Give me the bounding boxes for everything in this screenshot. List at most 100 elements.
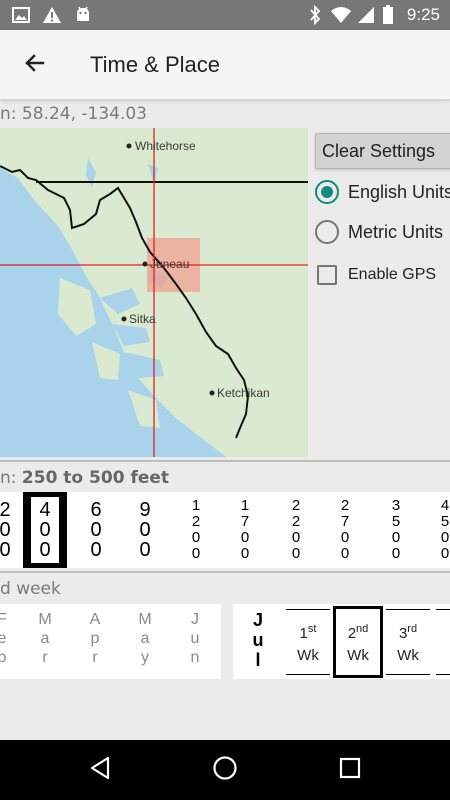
month-letter: J xyxy=(191,611,199,628)
elevation-option[interactable]: 2700 xyxy=(323,492,367,568)
month-option[interactable]: Apr xyxy=(80,610,110,667)
elevation-digit: 3 xyxy=(391,497,401,514)
map-graphic xyxy=(0,128,308,457)
elevation-digit: 7 xyxy=(340,513,350,530)
elevation-digit: 6 xyxy=(90,499,102,521)
enable-gps-checkbox[interactable]: Enable GPS xyxy=(317,262,436,288)
elevation-digit: 0 xyxy=(440,529,450,546)
elevation-digit: 0 xyxy=(291,529,301,546)
elevation-option[interactable]: 1700 xyxy=(223,492,267,568)
elevation-digit: 0 xyxy=(440,545,450,562)
elevation-option-selected[interactable]: 400 xyxy=(23,492,67,568)
enable-gps-label: Enable GPS xyxy=(348,266,437,283)
elevation-option[interactable]: 1200 xyxy=(174,492,218,568)
nav-back-button[interactable] xyxy=(75,750,125,790)
week-number-suffix: st xyxy=(307,622,317,635)
elevation-digit: 0 xyxy=(90,519,102,541)
elevation-digit: 7 xyxy=(240,513,250,530)
status-bar: 9:25 xyxy=(0,0,450,30)
elevation-digit: 2 xyxy=(340,497,350,514)
month-option[interactable]: Feb xyxy=(0,610,17,667)
app-bar: Time & Place xyxy=(0,30,450,100)
week-option[interactable]: LW xyxy=(436,609,450,675)
elevation-digit: 0 xyxy=(39,539,51,561)
elevation-digit: 0 xyxy=(391,545,401,562)
warning-icon xyxy=(42,0,62,30)
checkbox-unchecked-icon xyxy=(317,265,337,285)
elevation-digit: 0 xyxy=(0,519,11,541)
home-circle-icon xyxy=(212,755,238,785)
month-selector[interactable]: FebMarAprMayJun xyxy=(0,604,221,679)
elevation-digit: 0 xyxy=(240,545,250,562)
elevation-option[interactable]: 3500 xyxy=(374,492,418,568)
month-letter: r xyxy=(92,649,98,666)
month-option[interactable]: Jun xyxy=(180,610,210,667)
month-letter: M xyxy=(138,611,152,628)
elevation-digit: 0 xyxy=(139,519,151,541)
nav-recents-button[interactable] xyxy=(325,750,375,790)
month-option[interactable]: Mar xyxy=(30,610,60,667)
elevation-digit: 0 xyxy=(191,545,201,562)
elevation-digit: 2 xyxy=(191,513,201,530)
wifi-icon xyxy=(330,0,352,30)
month-option[interactable]: May xyxy=(130,610,160,667)
arrow-left-icon xyxy=(23,51,47,79)
week-number: 2nd xyxy=(348,618,369,645)
city-label-sitka: Sitka xyxy=(129,312,156,326)
month-letter: a xyxy=(140,630,150,647)
elevation-digit: 2 xyxy=(0,499,11,521)
elevation-label-prefix: n: xyxy=(0,468,22,488)
month-letter: u xyxy=(190,630,200,647)
elevation-digit: 0 xyxy=(191,529,201,546)
week-sub-label: Wk xyxy=(397,646,419,664)
elevation-label: n: 250 to 500 feet xyxy=(0,468,169,488)
week-selector[interactable]: Jul 1stWk2ndWk3rdWkLW xyxy=(233,604,450,679)
week-option-selected[interactable]: 2nd Wk xyxy=(333,606,383,678)
android-icon xyxy=(74,0,92,30)
clear-settings-button[interactable]: Clear Settings xyxy=(315,133,450,169)
elevation-digit: 4 xyxy=(39,499,51,521)
elevation-digit: 0 xyxy=(139,539,151,561)
elevation-digit: 2 xyxy=(291,497,301,514)
status-time: 9:25 xyxy=(406,5,440,24)
current-month-letter: J xyxy=(252,610,263,630)
month-letter: e xyxy=(0,630,7,647)
english-units-label: English Units xyxy=(348,181,450,202)
week-number-suffix: rd xyxy=(407,622,418,635)
current-month-letter: l xyxy=(255,650,261,670)
month-letter: a xyxy=(40,630,50,647)
elevation-digit: 0 xyxy=(0,539,11,561)
elevation-digit: 9 xyxy=(139,499,151,521)
metric-units-label: Metric Units xyxy=(348,221,444,242)
section-divider xyxy=(0,571,450,573)
week-sub-label: Wk xyxy=(297,646,319,664)
elevation-digit: 5 xyxy=(440,513,450,530)
nav-home-button[interactable] xyxy=(200,750,250,790)
radio-unchecked-icon xyxy=(315,220,339,244)
signal-icon xyxy=(357,0,375,30)
back-button[interactable] xyxy=(14,44,56,86)
recents-square-icon xyxy=(339,757,361,783)
month-letter: F xyxy=(0,611,7,628)
map-view[interactable]: Whitehorse Juneau Sitka Ketchikan xyxy=(0,128,308,457)
week-number-digit: 2 xyxy=(347,624,357,642)
image-icon xyxy=(12,0,30,30)
week-label: d week xyxy=(0,579,61,599)
week-number: 1st xyxy=(300,618,317,645)
month-letter: b xyxy=(0,649,7,666)
metric-units-radio[interactable]: Metric Units xyxy=(315,217,443,247)
month-letter: A xyxy=(89,611,101,628)
bluetooth-icon xyxy=(308,0,322,30)
english-units-radio[interactable]: English Units xyxy=(315,177,450,207)
elevation-digit: 4 xyxy=(440,497,450,514)
section-divider xyxy=(0,460,450,462)
elevation-option[interactable]: 600 xyxy=(74,492,118,568)
week-option[interactable]: 1st Wk xyxy=(286,609,330,675)
month-letter: M xyxy=(38,611,52,628)
elevation-option[interactable]: 900 xyxy=(123,492,167,568)
radio-checked-icon xyxy=(315,180,339,204)
elevation-option[interactable]: 4500 xyxy=(423,492,450,568)
week-option[interactable]: 3rd Wk xyxy=(386,609,430,675)
elevation-selector[interactable]: 200400600900120017002200270035004500 xyxy=(0,492,450,568)
elevation-option[interactable]: 2200 xyxy=(274,492,318,568)
